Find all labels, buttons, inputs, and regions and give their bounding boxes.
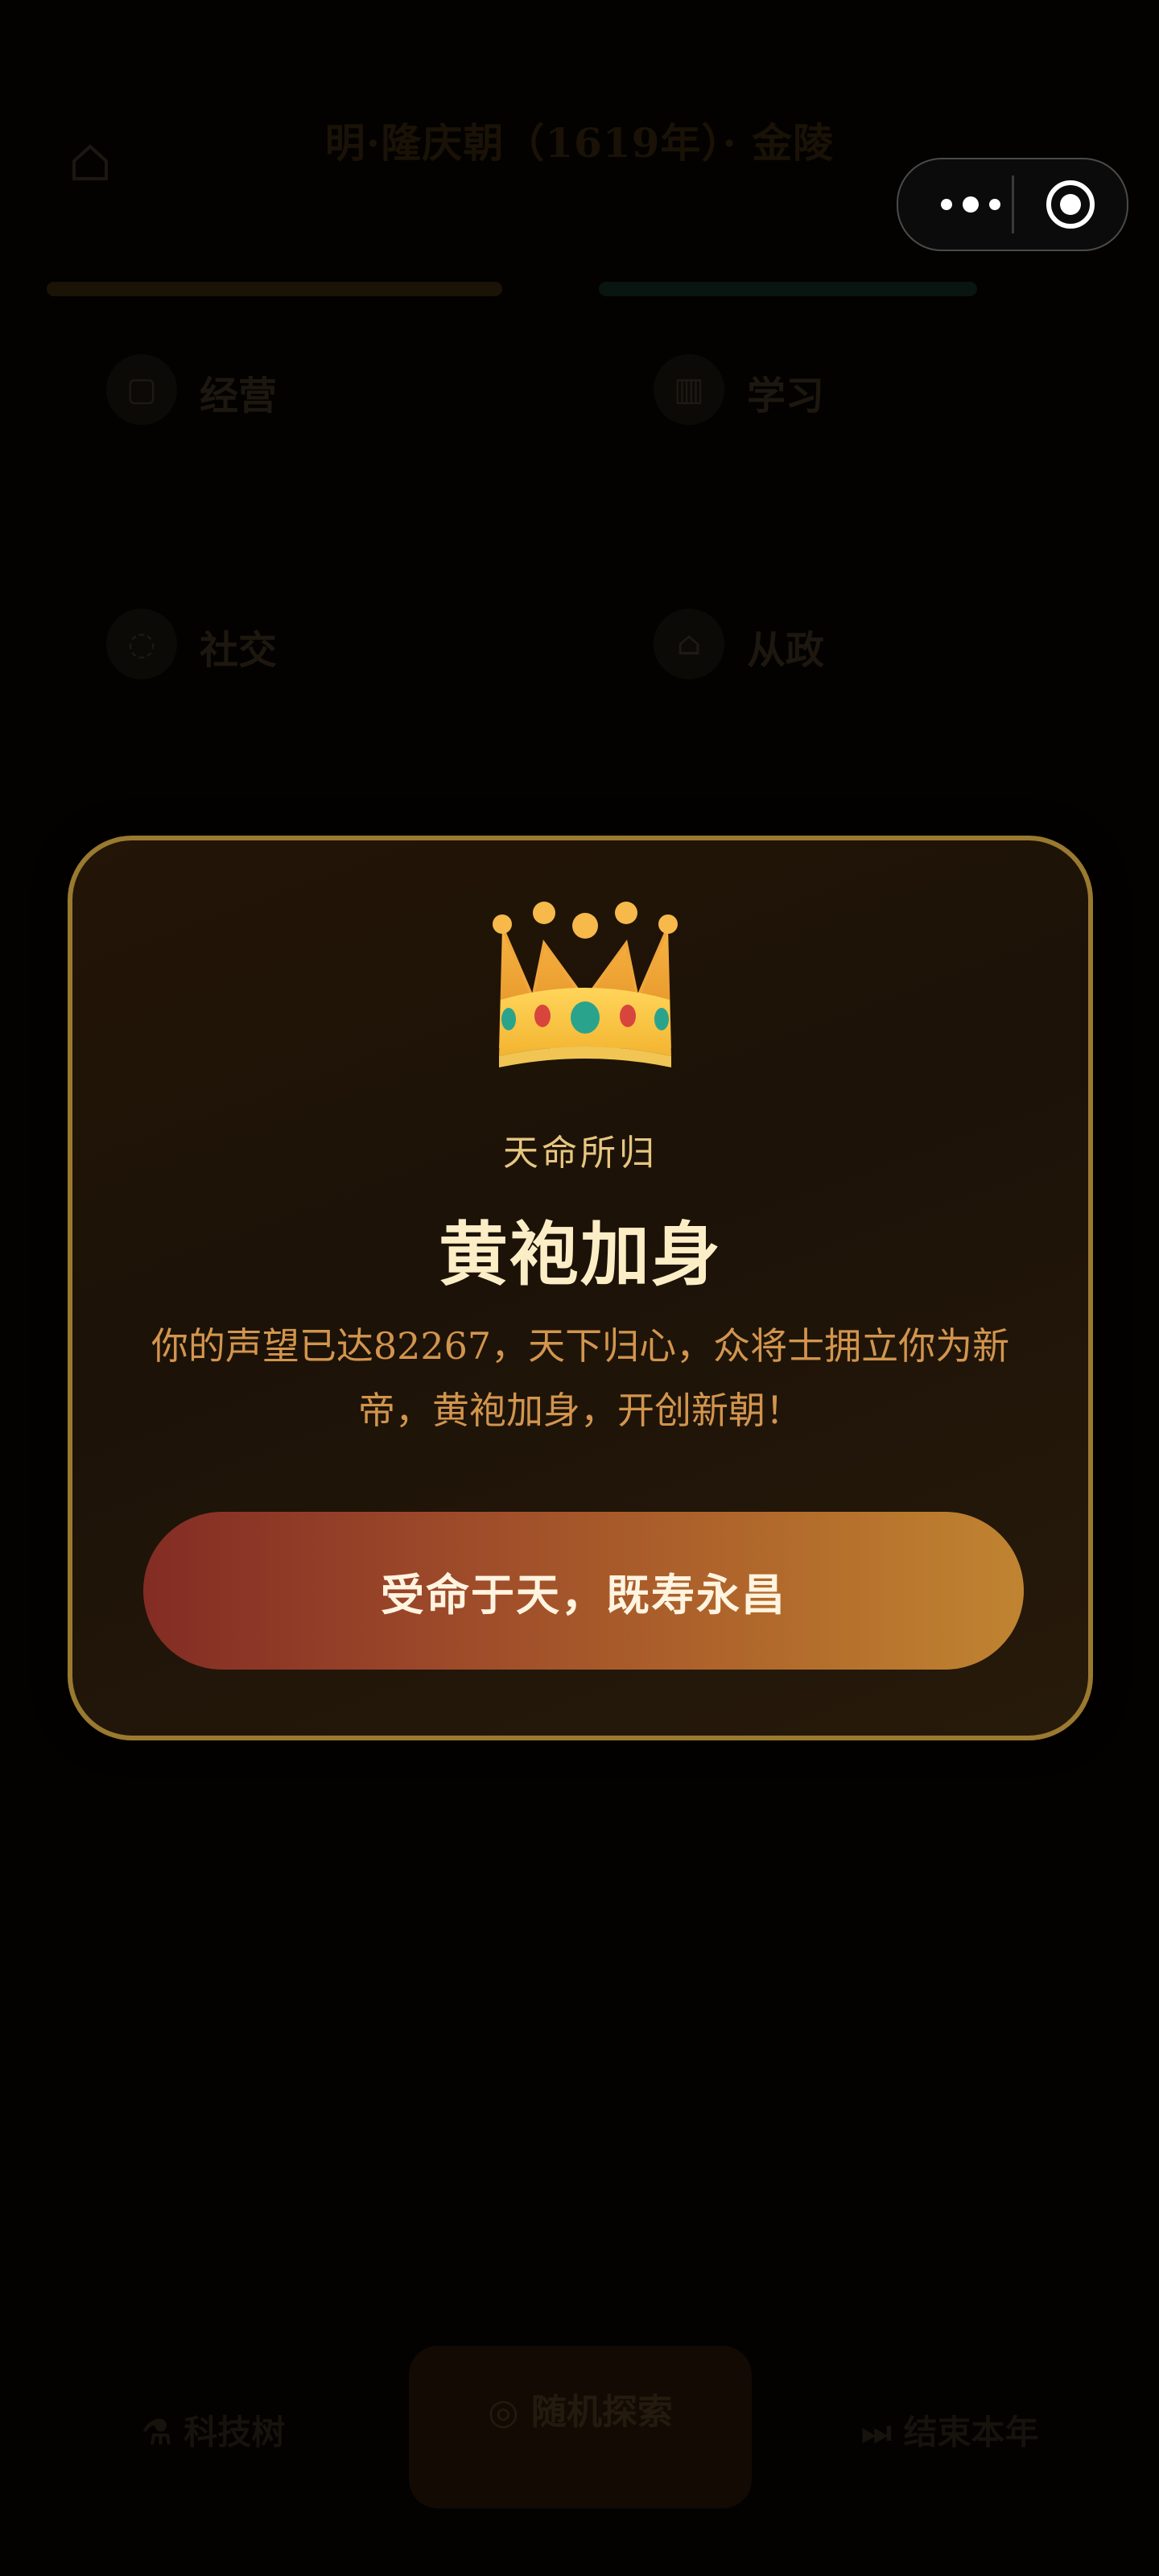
coronation-modal: 天命所归 黄袍加身 你的声望已达82267，天下归心，众将士拥立你为新帝，黄袍加… bbox=[68, 836, 1093, 1740]
action-label: 学习 bbox=[747, 374, 825, 419]
action-card-business[interactable]: ▢ 经营 bbox=[48, 332, 547, 541]
people-icon: ◌ bbox=[106, 609, 177, 679]
tech-tree-button[interactable]: ⚗ 科技树 bbox=[142, 2405, 285, 2454]
tech-tree-icon: ⚗ bbox=[142, 2413, 184, 2452]
government-icon: ⌂ bbox=[654, 609, 724, 679]
action-label: 社交 bbox=[200, 628, 278, 673]
shop-icon: ▢ bbox=[106, 354, 177, 425]
random-explore-button[interactable]: ◎ 随机探索 bbox=[409, 2346, 752, 2508]
end-year-label: 结束本年 bbox=[903, 2413, 1039, 2452]
more-dots-icon[interactable] bbox=[929, 184, 1013, 225]
accept-mandate-button[interactable]: 受命于天，既寿永昌 bbox=[143, 1512, 1024, 1670]
action-card-politics[interactable]: ⌂ 从政 bbox=[596, 586, 1095, 795]
random-explore-label: 随机探索 bbox=[530, 2392, 673, 2433]
crown-icon bbox=[493, 902, 678, 1067]
skip-icon: ⏭ bbox=[861, 2413, 904, 2452]
tech-tree-label: 科技树 bbox=[184, 2413, 286, 2452]
stat-bar-1 bbox=[47, 282, 502, 296]
action-card-social[interactable]: ◌ 社交 bbox=[48, 586, 547, 795]
compass-icon: ◎ bbox=[488, 2392, 531, 2433]
stat-bar-2 bbox=[599, 282, 977, 296]
action-label: 从政 bbox=[747, 628, 825, 673]
action-card-study[interactable]: ▥ 学习 bbox=[596, 332, 1095, 541]
book-icon: ▥ bbox=[654, 354, 724, 425]
end-year-button[interactable]: ⏭ 结束本年 bbox=[861, 2405, 1038, 2454]
capsule-menu bbox=[897, 158, 1128, 251]
action-label: 经营 bbox=[200, 374, 278, 419]
screen: 明·隆庆朝（1619年）· 金陵 ▢ 经营 ▥ 学习 ◌ 社交 ⌂ 从政 ⚗ 科… bbox=[0, 0, 1159, 2576]
capsule-divider bbox=[1012, 175, 1014, 233]
modal-message: 你的声望已达82267，天下归心，众将士拥立你为新帝，黄袍加身，开创新朝！ bbox=[151, 1324, 1010, 1432]
modal-title: 黄袍加身 bbox=[439, 1214, 722, 1295]
target-close-icon[interactable] bbox=[1043, 177, 1098, 232]
modal-kicker: 天命所归 bbox=[503, 1133, 658, 1174]
